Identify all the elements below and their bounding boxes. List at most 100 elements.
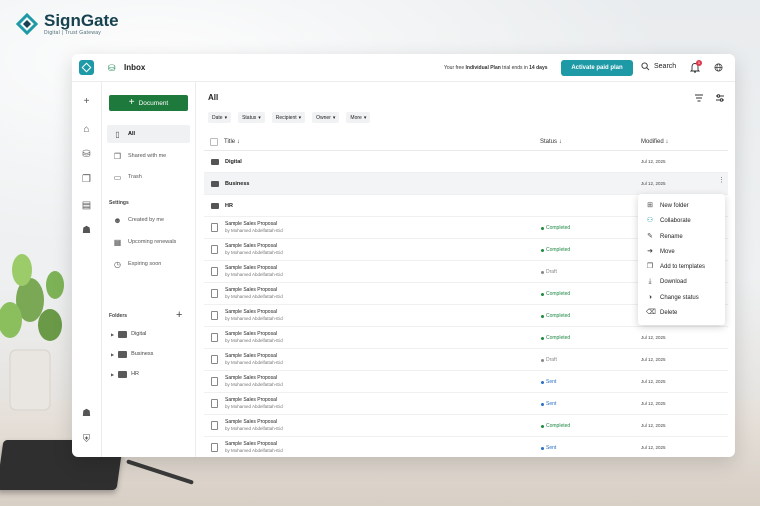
- sidebar-item-label: Created by me: [128, 217, 165, 223]
- row-modified: Jul 12, 2025: [641, 401, 666, 406]
- filter-settings-icon[interactable]: [715, 93, 725, 103]
- page-title: Inbox: [124, 63, 146, 72]
- sidebar: + Document ▯ All ❐ Shared with me ▭ Tras…: [102, 82, 196, 457]
- filter-date[interactable]: Date ▾: [208, 112, 232, 123]
- folder-icon: [211, 203, 219, 209]
- status-label: Draft: [546, 269, 557, 275]
- new-document-label: Document: [138, 99, 169, 107]
- left-rail: + ⌂ ⛁ ❐ ▤ ☗ ☗ ⛨: [72, 82, 102, 457]
- sidebar-item-created-by-me[interactable]: ☻ Created by me: [107, 211, 190, 229]
- sidebar-folder-digital[interactable]: ▶ Digital: [111, 328, 146, 340]
- sidebar-folder-business[interactable]: ▶ Business: [111, 348, 153, 360]
- plus-icon[interactable]: +: [81, 96, 92, 107]
- inbox-icon: ⛁: [108, 63, 116, 73]
- menu-item-download[interactable]: ⤓ Download: [646, 276, 686, 288]
- status-badge: Draft: [541, 269, 557, 275]
- app-logo-icon[interactable]: [79, 60, 94, 75]
- status-label: Sent: [546, 445, 557, 451]
- table-row[interactable]: Sample Sales Proposal by Mohamed Abdelfat…: [204, 437, 728, 457]
- app-window: ⛁ Inbox Your free Individual Plan trial …: [72, 54, 735, 457]
- menu-item-change-status[interactable]: ◑ Change status: [646, 292, 699, 304]
- folder-label: HR: [131, 371, 140, 377]
- document-icon: [211, 223, 218, 232]
- status-label: Draft: [546, 357, 557, 363]
- user-icon: ☻: [113, 215, 122, 225]
- sidebar-item-upcoming-renewals[interactable]: ▦ Upcoming renewals: [107, 233, 190, 251]
- status-dot-icon: [541, 336, 544, 340]
- filter-recipient[interactable]: Recipient ▾: [271, 112, 306, 123]
- sidebar-item-expiring-soon[interactable]: ◷ Expiring soon: [107, 255, 190, 273]
- activate-paid-plan-button[interactable]: Activate paid plan: [561, 60, 633, 76]
- sidebar-item-trash[interactable]: ▭ Trash: [107, 168, 190, 186]
- document-icon: ▯: [115, 129, 120, 139]
- trash-icon: ⌫: [646, 309, 656, 316]
- row-title: Business: [225, 181, 250, 187]
- column-modified[interactable]: Modified ↓: [641, 139, 668, 145]
- sort-down-icon: ↓: [236, 139, 240, 145]
- templates-icon[interactable]: ▤: [81, 200, 92, 211]
- settings-section-label: Settings: [109, 200, 129, 206]
- clock-icon: ◷: [114, 259, 121, 269]
- search-button[interactable]: Search: [641, 62, 676, 71]
- table-row[interactable]: Sample Sales Proposal by Mohamed Abdelfat…: [204, 349, 728, 371]
- filter-owner[interactable]: Owner ▾: [312, 112, 340, 123]
- table-row[interactable]: Sample Sales Proposal by Mohamed Abdelfat…: [204, 415, 728, 437]
- plus-icon: +: [128, 97, 135, 108]
- row-title: Sample Sales Proposal: [225, 419, 277, 425]
- team-icon[interactable]: ☗: [81, 408, 92, 419]
- globe-icon[interactable]: [714, 63, 723, 72]
- document-icon: [211, 333, 218, 342]
- sidebar-item-shared[interactable]: ❐ Shared with me: [107, 147, 190, 165]
- filter-label: More: [350, 114, 362, 121]
- status-label: Completed: [546, 291, 571, 297]
- menu-item-label: Add to templates: [660, 264, 706, 270]
- status-label: Completed: [546, 313, 571, 319]
- menu-item-label: New folder: [660, 203, 689, 209]
- template-icon: ❐: [646, 263, 654, 270]
- new-document-button[interactable]: + Document: [109, 95, 188, 111]
- status-badge: Completed: [541, 225, 570, 231]
- status-label: Completed: [546, 423, 571, 429]
- row-title: Sample Sales Proposal: [225, 397, 277, 403]
- table-row[interactable]: Business Jul 12, 2025 ⋮: [204, 173, 728, 195]
- menu-item-delete[interactable]: ⌫ Delete: [646, 307, 677, 319]
- inbox-rail-icon[interactable]: ⛁: [81, 149, 92, 160]
- rename-icon: ✎: [647, 233, 653, 240]
- document-icon: [211, 377, 218, 386]
- home-icon[interactable]: ⌂: [81, 124, 92, 135]
- sort-icon[interactable]: [694, 93, 704, 103]
- column-title[interactable]: Title ↓: [224, 139, 240, 145]
- filter-more[interactable]: More ▾: [346, 112, 371, 123]
- table-row[interactable]: Sample Sales Proposal by Mohamed Abdelfat…: [204, 371, 728, 393]
- status-badge: Completed: [541, 423, 570, 429]
- caret-down-icon: ▾: [224, 114, 228, 121]
- table-row[interactable]: Sample Sales Proposal by Mohamed Abdelfat…: [204, 327, 728, 349]
- folder-icon: [211, 159, 219, 165]
- caret-down-icon: ▾: [332, 114, 336, 121]
- menu-item-move[interactable]: ➜ Move: [646, 246, 675, 258]
- select-all-checkbox[interactable]: [210, 138, 218, 146]
- menu-item-new-folder[interactable]: ⊞ New folder: [646, 200, 689, 212]
- column-status[interactable]: Status ↓: [540, 139, 562, 145]
- table-row[interactable]: Digital Jul 12, 2025: [204, 151, 728, 173]
- folder-label: Business: [131, 351, 154, 357]
- shield-icon[interactable]: ⛨: [81, 434, 92, 445]
- document-icon: [211, 355, 218, 364]
- menu-item-collaborate[interactable]: ⚇ Collaborate: [646, 215, 691, 227]
- table-row[interactable]: Sample Sales Proposal by Mohamed Abdelfat…: [204, 393, 728, 415]
- brand-logo: SignGate Digital | Trust Gateway: [16, 12, 119, 36]
- menu-item-add-to-templates[interactable]: ❐ Add to templates: [646, 261, 705, 273]
- row-owner: by Mohamed Abdelfattah-Eid: [225, 360, 283, 365]
- sidebar-item-label: Trash: [128, 174, 142, 180]
- filter-status[interactable]: Status ▾: [238, 112, 265, 123]
- more-vertical-icon[interactable]: ⋮: [718, 177, 725, 184]
- folder-icon: [118, 350, 128, 358]
- menu-item-rename[interactable]: ✎ Rename: [646, 231, 683, 243]
- sidebar-item-all[interactable]: ▯ All: [107, 125, 190, 143]
- documents-icon[interactable]: ❐: [81, 174, 92, 185]
- sidebar-folder-hr[interactable]: ▶ HR: [111, 368, 139, 380]
- status-dot-icon: [541, 402, 544, 406]
- document-icon: [211, 311, 218, 320]
- add-folder-icon[interactable]: +: [176, 310, 182, 321]
- contacts-icon[interactable]: ☗: [81, 225, 92, 236]
